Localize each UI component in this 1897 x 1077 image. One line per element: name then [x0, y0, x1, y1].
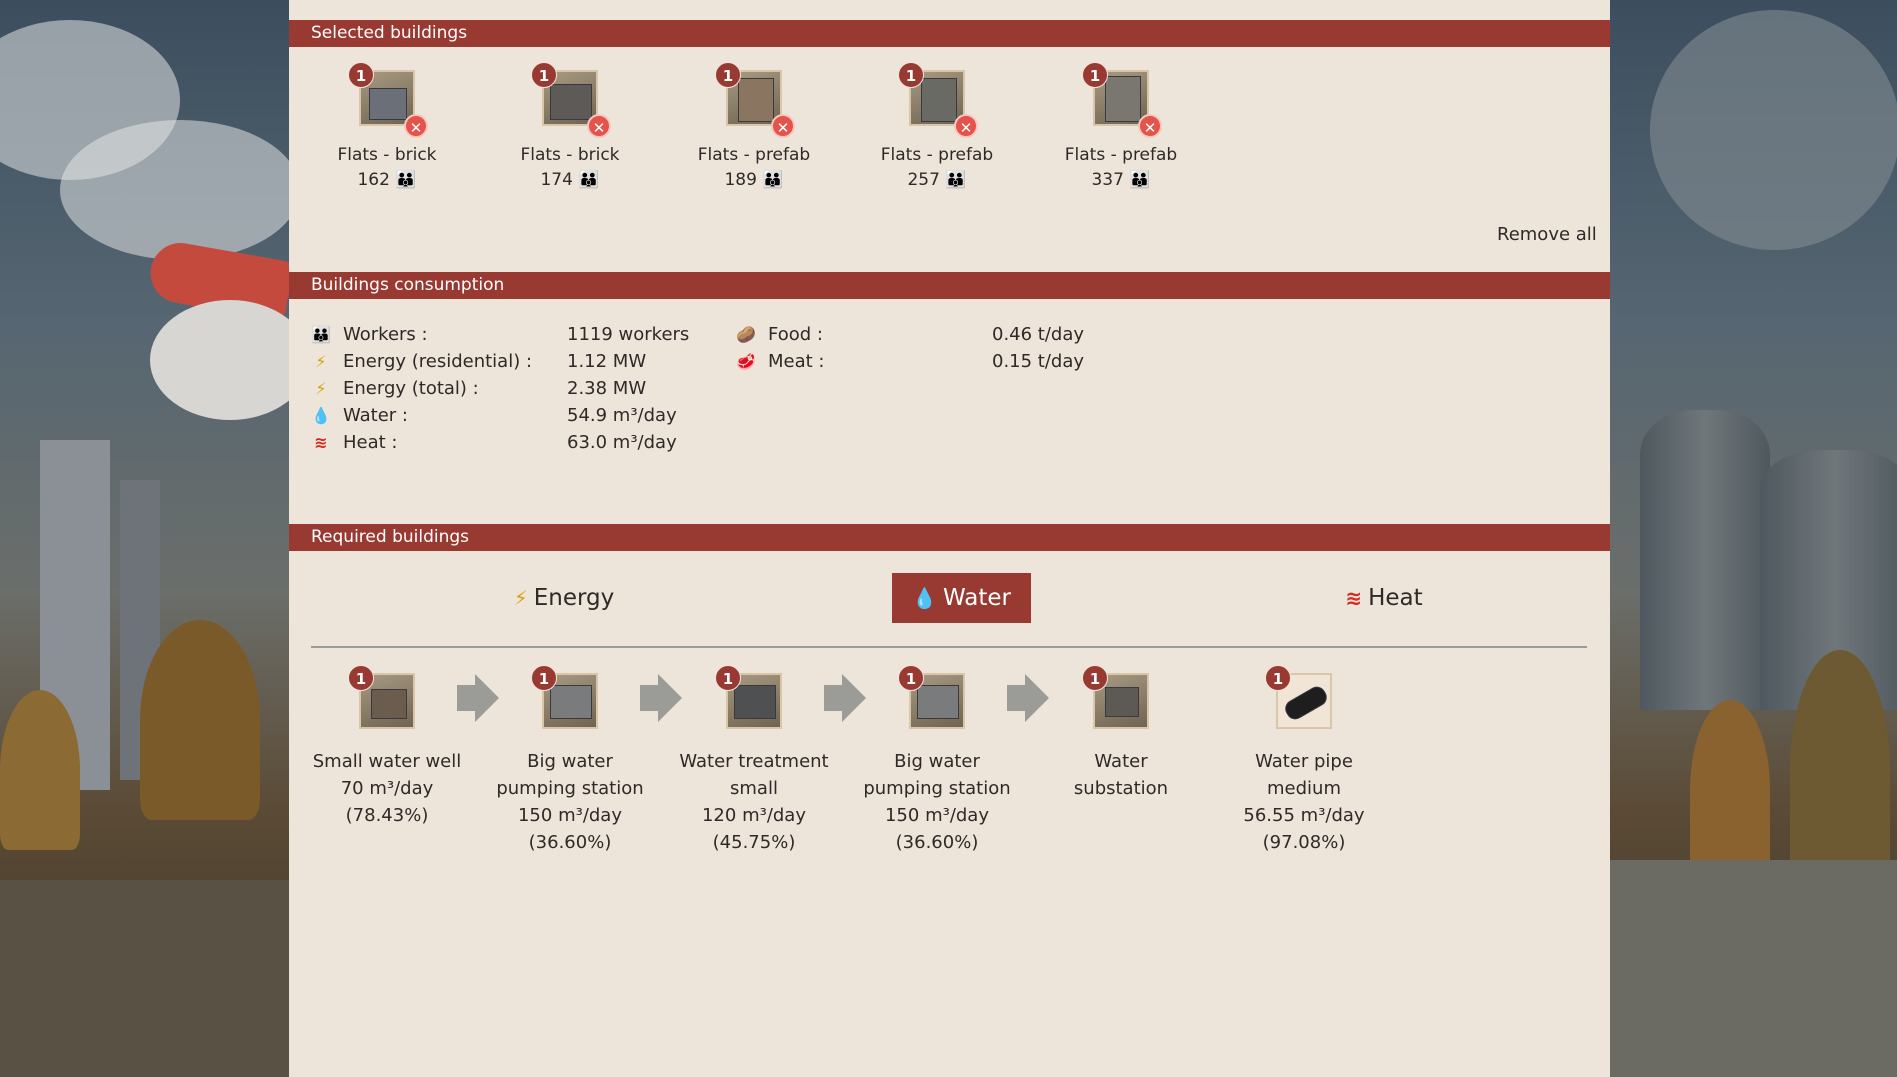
water-drop-icon: 💧: [311, 406, 331, 425]
tab-heat[interactable]: ≋ Heat: [1309, 573, 1459, 623]
remove-building-icon[interactable]: ✕: [954, 114, 978, 138]
building-worker-count: 337 👪: [1091, 170, 1151, 190]
buildings-consumption-header: Buildings consumption: [289, 272, 1610, 299]
meat-icon: 🥩: [736, 352, 756, 371]
consumption-value: 63.0 m³/day: [567, 432, 677, 453]
workers-icon: 👪: [311, 325, 331, 344]
consumption-label: Energy (residential) :: [343, 351, 533, 372]
count-badge: 1: [715, 665, 741, 691]
building-worker-count: 162 👪: [357, 170, 417, 190]
building-name: Flats - prefab: [880, 145, 994, 165]
workers-icon: 👪: [945, 170, 967, 190]
remove-building-icon[interactable]: ✕: [404, 114, 428, 138]
chain-arrow-icon: [842, 674, 866, 722]
chain-building-label: Water substation: [1073, 751, 1169, 799]
chain-arrow-body: [1007, 685, 1027, 711]
count-badge: 1: [898, 62, 924, 88]
consumption-value: 0.15 t/day: [992, 351, 1085, 372]
workers-icon: 👪: [395, 170, 417, 190]
consumption-value: 2.38 MW: [567, 378, 647, 399]
chain-arrow-body: [457, 685, 477, 711]
tab-water[interactable]: 💧 Water: [892, 573, 1031, 623]
count-badge: 1: [1265, 665, 1291, 691]
consumption-row-water: 💧 Water : 54.9 m³/day: [311, 403, 731, 429]
chain-arrow-icon: [475, 674, 499, 722]
building-worker-count: 189 👪: [724, 170, 784, 190]
chain-building-label: Water treatment small 120 m³/day (45.75%): [679, 751, 829, 853]
energy-icon: ⚡: [315, 352, 327, 371]
remove-all-button[interactable]: Remove all: [1497, 224, 1597, 245]
energy-icon: ⚡: [513, 586, 528, 610]
selected-buildings-header: Selected buildings: [289, 20, 1610, 47]
consumption-row-energy-residential: ⚡ Energy (residential) : 1.12 MW: [311, 349, 731, 375]
consumption-label: Energy (total) :: [343, 378, 479, 399]
count-badge: 1: [531, 665, 557, 691]
count-badge: 1: [1082, 665, 1108, 691]
consumption-value: 1119 workers: [567, 324, 690, 345]
workers-icon: 👪: [762, 170, 784, 190]
consumption-row-workers: 👪 Workers : 1119 workers: [311, 322, 731, 348]
remove-building-icon[interactable]: ✕: [1138, 114, 1162, 138]
calculator-panel: Selected buildings 1 ✕ Flats - brick 162…: [289, 0, 1610, 1077]
consumption-value: 1.12 MW: [567, 351, 647, 372]
consumption-label: Food :: [768, 324, 823, 345]
count-badge: 1: [1082, 62, 1108, 88]
energy-icon: ⚡: [315, 379, 327, 398]
count-badge: 1: [531, 62, 557, 88]
chain-arrow-body: [640, 685, 660, 711]
chain-building-label: Small water well 70 m³/day (78.43%): [312, 751, 462, 826]
consumption-row-food: 🥔 Food : 0.46 t/day: [736, 322, 1136, 348]
count-badge: 1: [348, 62, 374, 88]
consumption-row-energy-total: ⚡ Energy (total) : 2.38 MW: [311, 376, 731, 402]
consumption-label: Workers :: [343, 324, 428, 345]
consumption-row-meat: 🥩 Meat : 0.15 t/day: [736, 349, 1136, 375]
consumption-label: Meat :: [768, 351, 825, 372]
chain-arrow-icon: [1025, 674, 1049, 722]
chain-building-label: Big water pumping station 150 m³/day (36.60…: [863, 751, 1011, 853]
heat-icon: ≋: [314, 433, 328, 452]
building-name: Flats - prefab: [1064, 145, 1178, 165]
building-worker-count: 174 👪: [540, 170, 600, 190]
water-drop-icon: 💧: [912, 586, 937, 610]
chain-building-label: Water pipe medium 56.55 m³/day (97.08%): [1243, 751, 1365, 853]
count-badge: 1: [898, 665, 924, 691]
chain-building-label: Big water pumping station 150 m³/day (36.60…: [496, 751, 644, 853]
building-name: Flats - brick: [337, 145, 437, 165]
workers-icon: 👪: [1129, 170, 1151, 190]
heat-icon: ≋: [1345, 586, 1363, 610]
building-name: Flats - brick: [520, 145, 620, 165]
background-left: [0, 0, 289, 1077]
chain-arrow-icon: [658, 674, 682, 722]
count-badge: 1: [715, 62, 741, 88]
building-name: Flats - prefab: [697, 145, 811, 165]
remove-building-icon[interactable]: ✕: [587, 114, 611, 138]
count-badge: 1: [348, 665, 374, 691]
workers-icon: 👪: [578, 170, 600, 190]
food-icon: 🥔: [736, 325, 756, 344]
building-worker-count: 257 👪: [907, 170, 967, 190]
required-buildings-header: Required buildings: [289, 524, 1610, 551]
consumption-value: 0.46 t/day: [992, 324, 1085, 345]
consumption-label: Heat :: [343, 432, 398, 453]
consumption-row-heat: ≋ Heat : 63.0 m³/day: [311, 430, 731, 456]
tab-divider: [311, 646, 1587, 648]
remove-building-icon[interactable]: ✕: [771, 114, 795, 138]
tab-energy[interactable]: ⚡ Energy: [479, 573, 649, 623]
chain-arrow-body: [824, 685, 844, 711]
consumption-label: Water :: [343, 405, 408, 426]
consumption-value: 54.9 m³/day: [567, 405, 677, 426]
background-right: [1610, 0, 1897, 1077]
